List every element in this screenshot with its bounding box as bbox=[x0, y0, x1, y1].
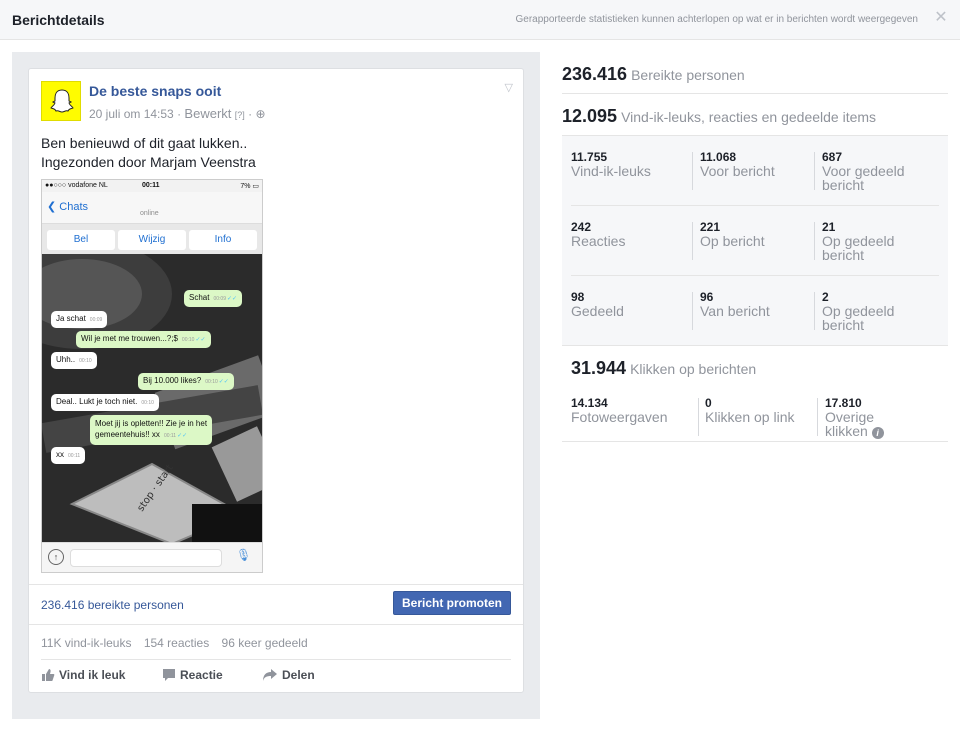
stat-cell: 687 Voor gedeeld bericht bbox=[822, 150, 905, 193]
phone-inputbar: ↑ 🎙 bbox=[42, 542, 262, 572]
stat-cell: 14.134 Fotoweergaven bbox=[571, 396, 668, 425]
clicks-stat: 31.944 Klikken op berichten 14.134 Fotowee… bbox=[562, 346, 948, 442]
chevron-left-icon: ❮ Chats bbox=[47, 201, 89, 213]
phone-button: Wijzig bbox=[118, 230, 186, 250]
engagement-stat: 12.095 Vind-ik-leuks, reacties en gedeeld… bbox=[562, 94, 948, 136]
phone-navbar: ❮ Chats online bbox=[42, 192, 262, 224]
comment-icon bbox=[163, 669, 175, 681]
reach-label: Bereikte personen bbox=[631, 67, 745, 83]
chat-bubble: Bij 10.000 likes? 00:10✓✓ bbox=[138, 373, 234, 390]
likes-breakdown-row: 11.755 Vind-ik-leuks 11.068 Voor bericht 6… bbox=[562, 136, 948, 206]
chevron-down-icon[interactable]: ▽ bbox=[505, 81, 513, 94]
page-avatar[interactable] bbox=[41, 81, 81, 121]
reach-stat: 236.416 Bereikte personen bbox=[562, 52, 948, 94]
share-icon bbox=[263, 669, 277, 681]
thumbs-up-icon bbox=[42, 669, 55, 681]
arrow-up-icon: ↑ bbox=[48, 549, 64, 565]
share-button[interactable]: Delen bbox=[262, 668, 315, 682]
phone-message-field bbox=[70, 549, 222, 567]
likes-count-link[interactable]: 11K vind-ik-leuks bbox=[41, 636, 131, 650]
engagement-label: Vind-ik-leuks, reacties en gedeelde item… bbox=[621, 109, 877, 125]
engagement-value: 12.095 bbox=[562, 106, 618, 126]
stat-cell: 17.810 Overige klikken i bbox=[825, 396, 915, 439]
post-meta: 20 juli om 14:53 · Bewerkt [?] · ⊕ bbox=[89, 106, 266, 121]
phone-action-bar: Bel Wijzig Info bbox=[42, 224, 262, 254]
stat-cell: 11.068 Voor bericht bbox=[700, 150, 775, 179]
ghost-icon bbox=[50, 89, 74, 113]
stat-cell: 21 Op gedeeld bericht bbox=[822, 220, 895, 263]
promote-post-button[interactable]: Bericht promoten bbox=[393, 591, 511, 615]
post-text: Ben benieuwd of dit gaat lukken.. Ingezo… bbox=[41, 134, 256, 172]
post-preview-pane: De beste snaps ooit 20 juli om 14:53 · B… bbox=[12, 52, 540, 719]
engagement-breakdown: 11.755 Vind-ik-leuks 11.068 Voor bericht 6… bbox=[562, 136, 948, 346]
clicks-label: Klikken op berichten bbox=[630, 361, 757, 377]
stat-cell: 98 Gedeeld bbox=[571, 290, 624, 319]
close-icon[interactable]: ✕ bbox=[934, 10, 948, 26]
reactions-breakdown-row: 242 Reacties 221 Op bericht 21 Op gedeeld b… bbox=[562, 206, 948, 276]
shares-count-link[interactable]: 96 keer gedeeld bbox=[222, 636, 308, 650]
help-link[interactable]: [?] bbox=[235, 110, 245, 120]
chat-bubble: Wil je met me trouwen...?;$ 00:10✓✓ bbox=[76, 331, 211, 348]
post-image[interactable]: ●●○○○ vodafone NL 00:11 7% ▭ ❮ Chats onl… bbox=[41, 179, 263, 573]
post-text-line: Ingezonden door Marjam Veenstra bbox=[41, 154, 256, 170]
clicks-value: 31.944 bbox=[571, 358, 627, 378]
stat-cell: 11.755 Vind-ik-leuks bbox=[571, 150, 651, 179]
phone-button: Info bbox=[189, 230, 257, 250]
chat-bubble: Deal.. Lukt je toch niet. 00:10 bbox=[51, 394, 159, 411]
shares-breakdown-row: 98 Gedeeld 96 Van bericht 2 Op gedeeld beri… bbox=[562, 276, 948, 346]
stat-cell: 96 Van bericht bbox=[700, 290, 770, 319]
edited-label[interactable]: Bewerkt bbox=[184, 106, 231, 121]
post-date[interactable]: 20 juli om 14:53 bbox=[89, 107, 174, 121]
stat-cell: 242 Reacties bbox=[571, 220, 626, 249]
phone-button: Bel bbox=[47, 230, 115, 250]
info-icon[interactable]: i bbox=[871, 427, 884, 439]
reach-value: 236.416 bbox=[562, 64, 628, 84]
post-text-line: Ben benieuwd of dit gaat lukken.. bbox=[41, 135, 248, 151]
stat-cell: 0 Klikken op link bbox=[705, 396, 795, 425]
microphone-icon: 🎙 bbox=[236, 548, 252, 562]
chat-bubble: Uhh.. 00:10 bbox=[51, 352, 97, 369]
stat-cell: 2 Op gedeeld bericht bbox=[822, 290, 895, 333]
header-note: Gerapporteerde statistieken kunnen achte… bbox=[515, 14, 918, 25]
chat-background: stop · start Schat 00:09✓✓ Ja schat 00:09 … bbox=[42, 254, 262, 542]
engagement-counts: 11K vind-ik-leuks 154 reacties 96 keer g… bbox=[41, 636, 317, 650]
dialog-title: Berichtdetails bbox=[12, 12, 105, 28]
dialog-header: Berichtdetails Gerapporteerde statistiek… bbox=[0, 0, 960, 40]
comment-button[interactable]: Reactie bbox=[162, 668, 223, 682]
chat-bubble: Schat 00:09✓✓ bbox=[184, 290, 243, 307]
page-name-link[interactable]: De beste snaps ooit bbox=[89, 83, 221, 99]
globe-icon: ⊕ bbox=[255, 107, 266, 121]
like-button[interactable]: Vind ik leuk bbox=[41, 668, 125, 682]
post-card: De beste snaps ooit 20 juli om 14:53 · B… bbox=[28, 68, 524, 693]
reactions-count-link[interactable]: 154 reacties bbox=[144, 636, 209, 650]
chat-bubble: Moet jij is opletten!! Zie je in het geme… bbox=[90, 415, 213, 445]
chat-bubble: xx 00:11 bbox=[51, 447, 86, 464]
phone-statusbar: ●●○○○ vodafone NL 00:11 7% ▭ bbox=[42, 180, 262, 192]
reach-link[interactable]: 236.416 bereikte personen bbox=[41, 598, 184, 612]
stat-cell: 221 Op bericht bbox=[700, 220, 765, 249]
chat-bubble: Ja schat 00:09 bbox=[51, 311, 108, 328]
